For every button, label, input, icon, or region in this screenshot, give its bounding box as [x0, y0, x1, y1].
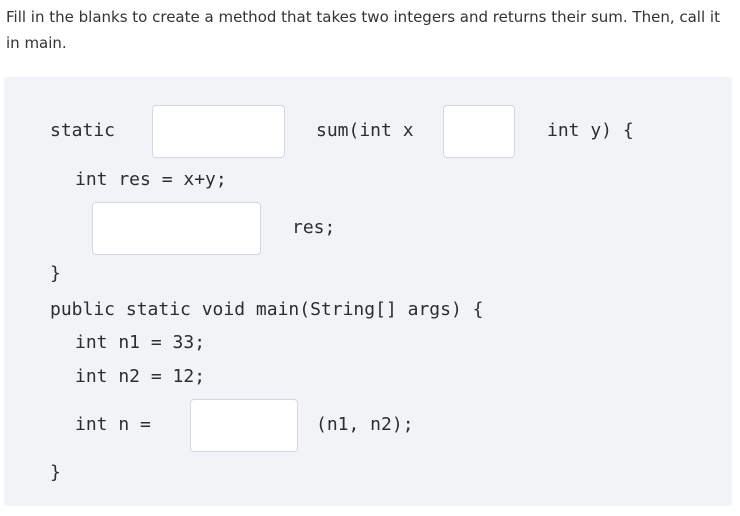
instructions-text: Fill in the blanks to create a method th…	[6, 8, 720, 52]
code-int-res: int res = x+y;	[75, 169, 227, 190]
code-int-y-open-brace: int y) {	[547, 120, 634, 141]
code-int-n2: int n2 = 12;	[75, 366, 206, 387]
code-int-n-assign: int n =	[75, 414, 151, 435]
code-sum-signature: sum(int x	[316, 120, 414, 141]
blank-return-keyword-input[interactable]	[92, 202, 261, 255]
code-close-brace-method: }	[50, 263, 61, 284]
blank-method-call-input[interactable]	[190, 399, 298, 452]
code-main-signature: public static void main(String[] args) {	[50, 299, 484, 320]
code-call-arguments: (n1, n2);	[316, 414, 414, 435]
blank-return-type-input[interactable]	[152, 105, 285, 158]
blank-param-separator-input[interactable]	[443, 105, 515, 158]
code-res-statement: res;	[292, 217, 336, 238]
code-int-n1: int n1 = 33;	[75, 332, 206, 353]
code-close-brace-main: }	[50, 462, 61, 483]
code-static-keyword: static	[50, 120, 116, 141]
